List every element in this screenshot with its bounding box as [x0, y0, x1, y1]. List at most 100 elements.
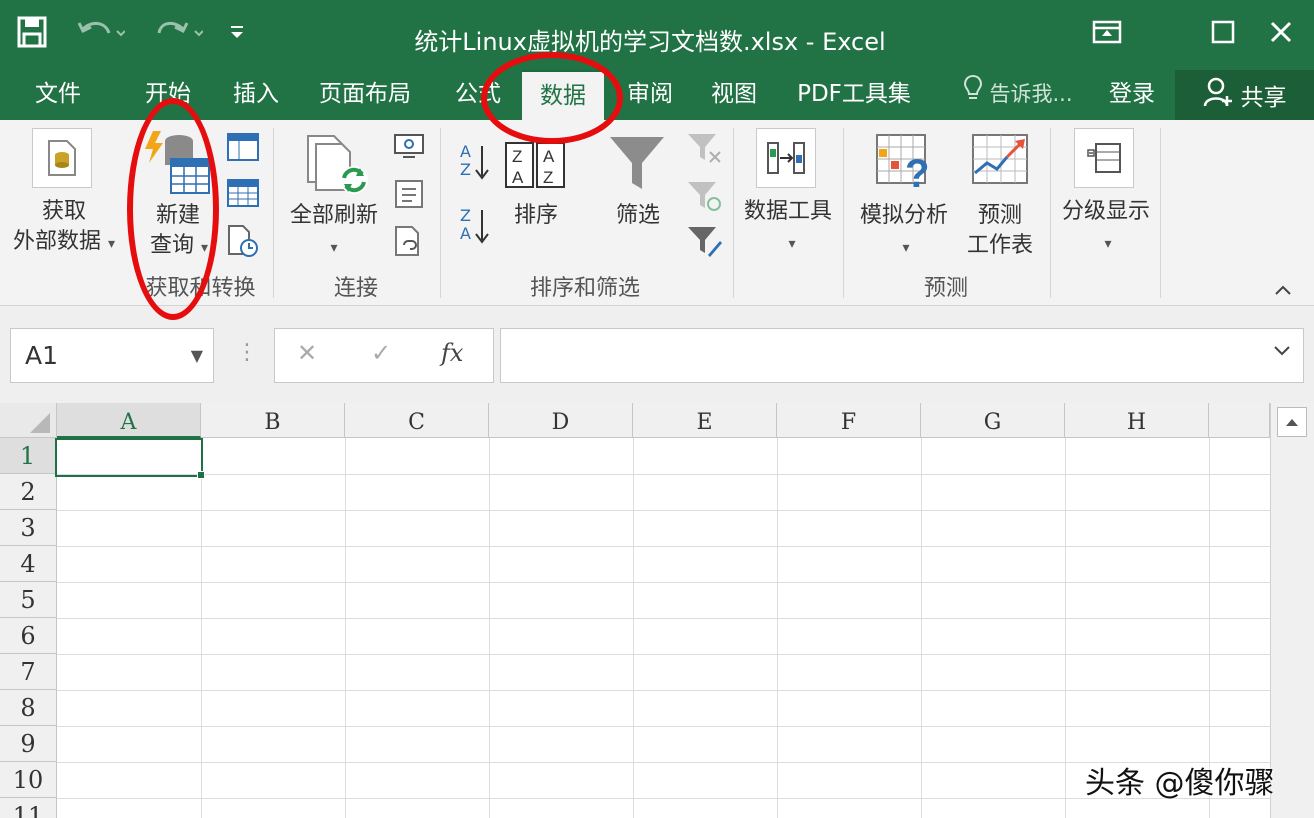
sign-in-link[interactable]: 登录 — [1100, 70, 1164, 120]
gridline-horizontal — [57, 726, 1270, 727]
from-table-icon[interactable] — [226, 178, 260, 208]
cancel-icon[interactable]: ✕ — [297, 339, 317, 367]
close-icon[interactable] — [1256, 10, 1306, 54]
redo-icon[interactable] — [148, 12, 208, 52]
gridline-horizontal — [57, 618, 1270, 619]
row-header-5[interactable]: 5 — [0, 582, 57, 618]
formula-bar-splitter[interactable]: ⋮ — [236, 342, 258, 372]
forecast-sheet-line2: 工作表 — [966, 233, 1033, 258]
fill-handle[interactable] — [197, 471, 205, 479]
connections-icon[interactable] — [392, 132, 426, 162]
svg-text:?: ? — [905, 152, 929, 191]
recent-sources-icon[interactable] — [226, 224, 260, 258]
gridline-vertical — [633, 438, 634, 818]
ribbon-display-options-icon[interactable] — [1082, 10, 1132, 54]
edit-links-icon[interactable] — [392, 224, 426, 258]
collapse-ribbon-icon[interactable] — [1268, 278, 1298, 302]
row-header-9[interactable]: 9 — [0, 726, 57, 762]
row-header-4[interactable]: 4 — [0, 546, 57, 582]
excel-window: 统计Linux虚拟机的学习文档数.xlsx - Excel 文件 开始 插入 页… — [0, 0, 1314, 818]
group-separator — [1160, 128, 1161, 298]
select-all-corner[interactable] — [0, 403, 57, 438]
clear-filter-icon[interactable] — [684, 130, 724, 166]
filter-label: 筛选 — [615, 203, 660, 228]
column-header-h[interactable]: H — [1065, 403, 1209, 438]
vertical-scrollbar[interactable] — [1270, 403, 1314, 818]
row-header-1[interactable]: 1 — [0, 438, 57, 474]
gridline-horizontal — [57, 582, 1270, 583]
column-header-g[interactable]: G — [921, 403, 1065, 438]
refresh-all-dropdown-icon: ▾ — [330, 240, 338, 256]
column-header-b[interactable]: B — [201, 403, 345, 438]
name-box-value: A1 — [25, 341, 59, 370]
gridline-vertical — [777, 438, 778, 818]
tab-view[interactable]: 视图 — [696, 70, 772, 120]
refresh-all-label: 全部刷新 — [289, 203, 378, 228]
row-header-11[interactable]: 11 — [0, 798, 57, 818]
what-if-analysis-label: 模拟分析 — [859, 203, 948, 228]
tell-me-search[interactable]: 告诉我... — [948, 70, 1088, 120]
tab-file[interactable]: 文件 — [20, 70, 96, 120]
group-separator — [733, 128, 734, 298]
column-header-d[interactable]: D — [489, 403, 633, 438]
save-icon[interactable] — [10, 12, 54, 52]
tab-home[interactable]: 开始 — [130, 70, 206, 120]
group-forecast-label: 预测 — [923, 276, 968, 301]
gridline-vertical — [1065, 438, 1066, 818]
customize-qat-icon[interactable] — [222, 12, 252, 52]
sort-za-top-letter: Z — [460, 206, 471, 225]
group-sort-filter-label: 排序和筛选 — [529, 276, 640, 301]
svg-text:Z: Z — [543, 168, 553, 187]
gridline-horizontal — [57, 474, 1270, 475]
row-header-3[interactable]: 3 — [0, 510, 57, 546]
chevron-down-icon[interactable]: ▼ — [191, 329, 203, 382]
column-header-a[interactable]: A — [57, 403, 201, 438]
sort-label: 排序 — [513, 203, 558, 228]
tab-insert[interactable]: 插入 — [218, 70, 294, 120]
gridline-horizontal — [57, 510, 1270, 511]
scroll-up-button[interactable] — [1277, 407, 1307, 437]
row-header-6[interactable]: 6 — [0, 618, 57, 654]
column-header-e[interactable]: E — [633, 403, 777, 438]
tab-pdf-tools[interactable]: PDF工具集 — [784, 70, 924, 120]
formula-input[interactable] — [500, 328, 1304, 383]
new-query-icon — [142, 128, 212, 198]
sort-ascending-button[interactable]: A Z — [456, 142, 490, 182]
row-header-2[interactable]: 2 — [0, 474, 57, 510]
insert-function-icon[interactable]: fx — [441, 339, 463, 367]
gridline-vertical — [345, 438, 346, 818]
maximize-icon[interactable] — [1198, 10, 1248, 54]
new-query-line2: 查询 ▾ — [149, 233, 209, 258]
enter-icon[interactable]: ✓ — [371, 339, 391, 367]
tab-data[interactable]: 数据 — [522, 70, 604, 120]
reapply-filter-icon[interactable] — [684, 178, 724, 214]
sort-descending-button[interactable]: Z A — [456, 206, 490, 246]
outline-label: 分级显示 — [1061, 199, 1150, 224]
share-label: 共享 — [1240, 85, 1287, 111]
gridline-vertical — [201, 438, 202, 818]
tab-page-layout[interactable]: 页面布局 — [305, 70, 425, 120]
name-box[interactable]: A1 ▼ — [10, 328, 214, 383]
title-bar: 统计Linux虚拟机的学习文档数.xlsx - Excel — [0, 0, 1314, 70]
active-cell-a1[interactable] — [55, 438, 203, 477]
row-header-7[interactable]: 7 — [0, 654, 57, 690]
group-connections-label: 连接 — [333, 276, 378, 301]
share-button[interactable]: 共享 — [1175, 70, 1314, 120]
column-header-f[interactable]: F — [777, 403, 921, 438]
worksheet-grid[interactable]: ABCDEFGH 1 2 3 4 5 6 7 8 9 10 11 — [0, 403, 1314, 818]
column-header-c[interactable]: C — [345, 403, 489, 438]
advanced-filter-icon[interactable] — [684, 224, 724, 260]
forecast-sheet-line1: 预测 — [977, 203, 1022, 228]
sort-za-bottom-letter: A — [460, 224, 471, 243]
expand-formula-icon[interactable] — [1273, 343, 1291, 362]
ribbon-tab-bar: 文件 开始 插入 页面布局 公式 数据 审阅 视图 PDF工具集 告诉我... … — [0, 70, 1314, 120]
show-queries-icon[interactable] — [226, 132, 260, 162]
row-header-8[interactable]: 8 — [0, 690, 57, 726]
tab-review[interactable]: 审阅 — [612, 70, 688, 120]
column-header-partial[interactable] — [1209, 403, 1270, 438]
row-header-10[interactable]: 10 — [0, 762, 57, 798]
undo-icon[interactable] — [70, 12, 130, 52]
svg-text:A: A — [543, 147, 555, 166]
tab-formulas[interactable]: 公式 — [440, 70, 516, 120]
properties-icon[interactable] — [392, 178, 426, 210]
